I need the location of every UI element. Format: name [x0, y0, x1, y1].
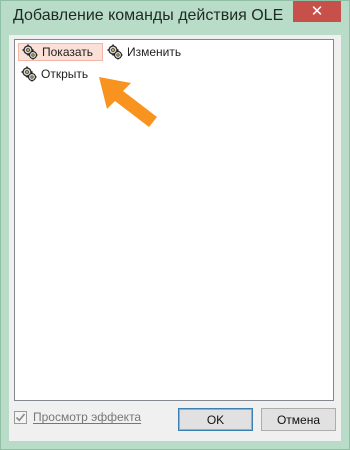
preview-effect-label: Просмотр эффекта [33, 410, 142, 424]
dialog-window: Добавление команды действия OLE ✕ Показа… [0, 0, 350, 450]
list-item-open[interactable]: Открыть [18, 65, 103, 83]
cancel-button[interactable]: Отмена [261, 408, 336, 431]
list-item-label: Открыть [41, 67, 89, 81]
title-bar[interactable]: Добавление команды действия OLE ✕ [1, 1, 349, 35]
gears-icon [107, 44, 123, 60]
gears-icon [21, 66, 37, 82]
preview-effect-checkbox[interactable]: Просмотр эффекта [14, 410, 141, 424]
close-button[interactable]: ✕ [293, 1, 341, 22]
dialog-title: Добавление команды действия OLE [13, 7, 284, 24]
gears-icon [22, 44, 38, 60]
ok-button[interactable]: OK [178, 408, 253, 431]
close-icon: ✕ [310, 2, 324, 20]
annotation-arrow-icon [99, 77, 157, 127]
list-item-edit[interactable]: Изменить [104, 43, 194, 61]
list-item-label: Показать [42, 45, 94, 59]
checkbox-box[interactable] [14, 410, 27, 424]
verb-list[interactable]: Показать Изменить Открыть [14, 39, 334, 401]
checkmark-icon [15, 412, 26, 421]
list-item-show[interactable]: Показать [18, 43, 103, 61]
dialog-client-area: Показать Изменить Открыть Просмотр эффек… [9, 35, 341, 441]
list-item-label: Изменить [127, 45, 182, 59]
